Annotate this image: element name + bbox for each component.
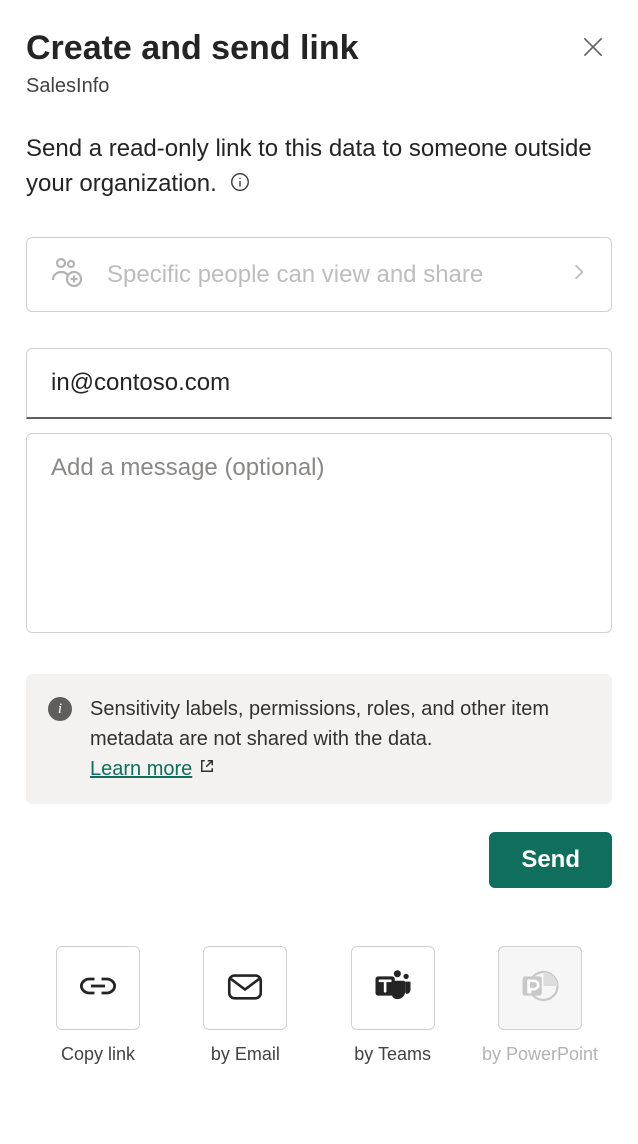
powerpoint-icon	[519, 965, 561, 1012]
email-field[interactable]	[26, 348, 612, 419]
by-powerpoint-button[interactable]	[498, 946, 582, 1030]
header: Create and send link SalesInfo	[26, 28, 612, 98]
close-icon	[580, 48, 606, 63]
info-notice: i Sensitivity labels, permissions, roles…	[26, 674, 612, 804]
panel-subtitle: SalesInfo	[26, 75, 359, 98]
notice-info-icon: i	[48, 697, 72, 721]
share-option-email: by Email	[177, 946, 313, 1065]
send-button[interactable]: Send	[489, 832, 612, 888]
close-button[interactable]	[574, 28, 612, 69]
link-icon	[77, 965, 119, 1012]
copy-link-button[interactable]	[56, 946, 140, 1030]
share-option-teams: by Teams	[325, 946, 461, 1065]
copy-link-label: Copy link	[61, 1044, 135, 1065]
message-field[interactable]	[26, 433, 612, 633]
panel-title: Create and send link	[26, 28, 359, 69]
title-block: Create and send link SalesInfo	[26, 28, 359, 98]
info-icon[interactable]	[223, 170, 251, 197]
people-icon	[49, 254, 85, 295]
notice-text: Sensitivity labels, permissions, roles, …	[90, 698, 549, 750]
share-options-row: Copy link by Email	[26, 946, 612, 1065]
send-row: Send	[26, 832, 612, 888]
description-text: Send a read-only link to this data to so…	[26, 135, 592, 197]
description: Send a read-only link to this data to so…	[26, 132, 612, 202]
by-powerpoint-label: by PowerPoint	[482, 1044, 598, 1065]
email-icon	[224, 965, 266, 1012]
chevron-right-icon	[569, 262, 589, 287]
permission-selector[interactable]: Specific people can view and share	[26, 237, 612, 312]
share-option-copy-link: Copy link	[30, 946, 166, 1065]
share-option-powerpoint: by PowerPoint	[472, 946, 608, 1065]
by-teams-button[interactable]	[351, 946, 435, 1030]
share-panel: Create and send link SalesInfo Send a re…	[0, 0, 638, 1089]
teams-icon	[372, 965, 414, 1012]
learn-more-link[interactable]: Learn more	[90, 754, 216, 784]
by-email-button[interactable]	[203, 946, 287, 1030]
by-email-label: by Email	[211, 1044, 280, 1065]
permission-text: Specific people can view and share	[107, 259, 547, 290]
external-link-icon	[198, 754, 216, 784]
notice-text-block: Sensitivity labels, permissions, roles, …	[90, 694, 590, 784]
learn-more-text: Learn more	[90, 754, 192, 784]
by-teams-label: by Teams	[354, 1044, 431, 1065]
